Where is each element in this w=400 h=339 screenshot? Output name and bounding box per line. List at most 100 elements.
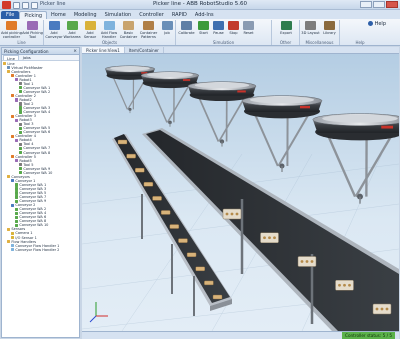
stop-icon: [228, 21, 239, 30]
tray-item: [117, 139, 128, 145]
container-item: [222, 208, 242, 220]
basic-container-button[interactable]: Basic Container: [119, 21, 138, 39]
add-sensor-button[interactable]: Add Sensor: [81, 21, 99, 39]
tray-item: [135, 167, 145, 173]
3d-layout-button[interactable]: 3D Layout: [301, 21, 320, 35]
container-item: [297, 256, 317, 267]
button-label: Add Workarea: [63, 31, 81, 39]
button-label: Reset: [243, 31, 254, 35]
button-label: Add Flow Handler: [100, 31, 118, 39]
axis-indicator-icon: [89, 302, 108, 323]
button-label: Stop: [229, 31, 238, 35]
workarea-icon: [15, 215, 19, 219]
conveyor-icon: [48, 21, 60, 30]
button-label: Add Picking Tool: [22, 31, 43, 39]
tool-icon: [19, 102, 23, 106]
3d-viewport[interactable]: [82, 54, 399, 331]
controller-status[interactable]: Controller status: 5 / 5: [342, 332, 395, 339]
library-icon: [324, 21, 335, 30]
calibrate-button[interactable]: Calibrate: [177, 21, 196, 35]
workarea-icon: [19, 126, 23, 130]
reset-button[interactable]: Reset: [241, 21, 256, 35]
tray-item: [204, 280, 214, 286]
robot-1[interactable]: [104, 65, 156, 114]
tray-item: [195, 266, 205, 272]
workarea-icon: [15, 187, 19, 191]
robot-icon: [15, 118, 19, 122]
library-button[interactable]: Library: [320, 21, 339, 35]
help-menu[interactable]: Help: [368, 21, 386, 27]
picking-configuration-panel: Picking Configuration × Line Jobs Line Vi…: [1, 47, 80, 338]
ribbon-group-miscellaneous: 3D Layout Library Miscellaneous: [300, 20, 340, 45]
robot-4[interactable]: [241, 95, 323, 172]
tool-icon: [19, 82, 23, 86]
tab-home[interactable]: Home: [47, 11, 70, 19]
tab-controller[interactable]: Controller: [135, 11, 168, 19]
tab-item-container[interactable]: Item/Container: [125, 47, 164, 53]
minimize-button[interactable]: [360, 1, 372, 8]
add-picking-controller-button[interactable]: Add picking controller: [1, 21, 22, 39]
tree-item[interactable]: Conveyor Flow Handler 2: [3, 248, 79, 252]
scene-canvas[interactable]: [82, 54, 399, 331]
close-icon[interactable]: ×: [73, 48, 77, 55]
add-workarea-button[interactable]: Add Workarea: [63, 21, 81, 39]
container-patterns-button[interactable]: Container Patterns: [138, 21, 159, 39]
stop-button[interactable]: Stop: [226, 21, 241, 35]
pause-button[interactable]: Pause: [211, 21, 226, 35]
ribbon-group-line: Add picking controller Add Picking Tool …: [0, 20, 44, 45]
workarea-icon: [15, 191, 19, 195]
tray-item: [212, 294, 223, 300]
help-icon: [368, 21, 373, 26]
tab-picking[interactable]: Picking: [19, 11, 48, 19]
tab-simulation[interactable]: Simulation: [101, 11, 136, 19]
container-item: [372, 303, 392, 315]
tool-icon: [19, 142, 23, 147]
tray-item: [126, 153, 136, 159]
tool-icon: [19, 122, 23, 126]
folder-icon: [7, 239, 11, 244]
folder-icon: [7, 227, 11, 232]
panel-header: Picking Configuration ×: [2, 48, 79, 55]
add-picking-tool-button[interactable]: Add Picking Tool: [22, 21, 43, 39]
tray-item: [152, 196, 162, 201]
robot-2[interactable]: [140, 71, 200, 127]
robot-5[interactable]: [312, 113, 399, 204]
flow-handler-icon: [11, 244, 15, 248]
tab-jobs[interactable]: Jobs: [20, 55, 34, 60]
window-title: Picker line - ABB RobotStudio 5.60: [152, 1, 248, 7]
tab-rapid[interactable]: RAPID: [168, 11, 191, 19]
ribbon-group-simulation: Calibrate Start Pause Stop Reset Simulat…: [176, 20, 272, 45]
button-label: Container Patterns: [139, 31, 158, 39]
button-label: 3D Layout: [301, 31, 320, 35]
button-label: Add Conveyor: [45, 31, 63, 39]
workarea-icon: [19, 146, 23, 151]
ribbon-tabs: File Picking Home Modeling Simulation Co…: [0, 10, 400, 19]
button-label: Start: [199, 31, 208, 35]
container-item: [335, 280, 354, 291]
add-conveyor-button[interactable]: Add Conveyor: [45, 21, 63, 39]
tree-item-label: Conveyor Flow Handler 2: [15, 247, 60, 252]
tab-view1[interactable]: Picker line:View1: [82, 47, 125, 53]
export-button[interactable]: Export: [274, 21, 298, 35]
tab-modeling[interactable]: Modeling: [70, 11, 101, 19]
tab-add-ins[interactable]: Add-Ins: [191, 11, 218, 19]
group-label: Other: [279, 40, 292, 45]
tab-file[interactable]: File: [1, 11, 20, 19]
controller-icon: [6, 21, 17, 30]
job-button[interactable]: Job: [159, 21, 175, 35]
add-flow-handler-button[interactable]: Add Flow Handler: [99, 21, 119, 39]
status-bar: Controller status: 5 / 5: [82, 331, 399, 339]
pattern-icon: [143, 21, 154, 30]
start-button[interactable]: Start: [196, 21, 211, 35]
close-button[interactable]: [386, 1, 398, 8]
maximize-button[interactable]: [373, 1, 385, 8]
workarea-icon: [66, 21, 78, 30]
tray-item: [160, 210, 171, 215]
workarea-icon: [15, 207, 19, 211]
computer-icon: [7, 65, 11, 70]
ribbon-group-other: Export Other: [272, 20, 300, 45]
flow-handler-icon: [11, 248, 15, 252]
tab-line[interactable]: Line: [3, 55, 19, 61]
robot-3[interactable]: [187, 81, 257, 147]
view-tabs: Picker line:View1 Item/Container: [82, 47, 399, 54]
